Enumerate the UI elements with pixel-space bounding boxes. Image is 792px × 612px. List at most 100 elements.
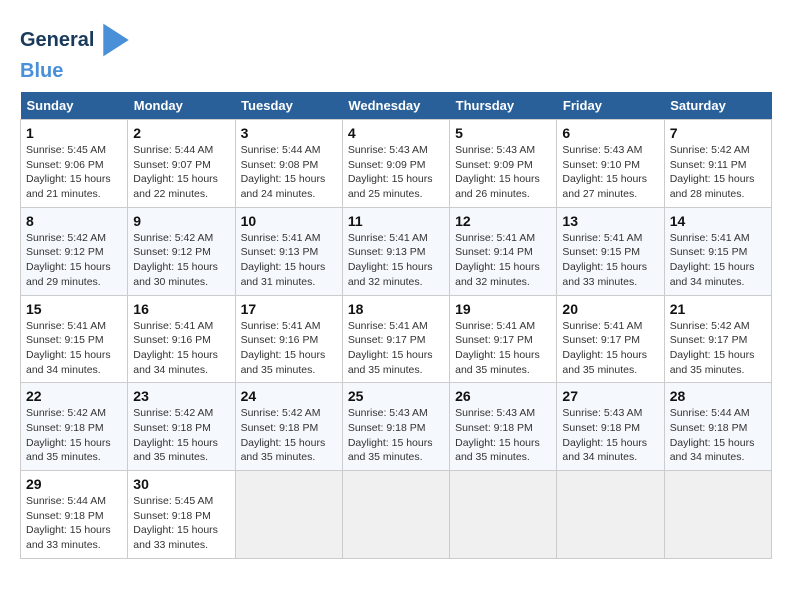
day-number: 3 [241,125,337,141]
day-info: Sunrise: 5:41 AM Sunset: 9:16 PM Dayligh… [241,319,337,378]
weekday-header: SundayMondayTuesdayWednesdayThursdayFrid… [21,92,772,120]
day-info: Sunrise: 5:43 AM Sunset: 9:18 PM Dayligh… [562,406,658,465]
empty-cell [235,471,342,559]
day-cell-18: 18 Sunrise: 5:41 AM Sunset: 9:17 PM Dayl… [342,295,449,383]
day-info: Sunrise: 5:41 AM Sunset: 9:17 PM Dayligh… [562,319,658,378]
day-info: Sunrise: 5:44 AM Sunset: 9:07 PM Dayligh… [133,143,229,202]
day-number: 26 [455,388,551,404]
day-info: Sunrise: 5:45 AM Sunset: 9:06 PM Dayligh… [26,143,122,202]
weekday-monday: Monday [128,92,235,120]
day-info: Sunrise: 5:43 AM Sunset: 9:09 PM Dayligh… [455,143,551,202]
day-info: Sunrise: 5:41 AM Sunset: 9:15 PM Dayligh… [26,319,122,378]
day-number: 18 [348,301,444,317]
weekday-wednesday: Wednesday [342,92,449,120]
day-number: 9 [133,213,229,229]
page-header: General Blue [20,20,772,82]
calendar-week-2: 8 Sunrise: 5:42 AM Sunset: 9:12 PM Dayli… [21,207,772,295]
day-info: Sunrise: 5:41 AM Sunset: 9:17 PM Dayligh… [348,319,444,378]
day-info: Sunrise: 5:41 AM Sunset: 9:15 PM Dayligh… [670,231,766,290]
day-cell-9: 9 Sunrise: 5:42 AM Sunset: 9:12 PM Dayli… [128,207,235,295]
day-info: Sunrise: 5:42 AM Sunset: 9:18 PM Dayligh… [133,406,229,465]
day-cell-11: 11 Sunrise: 5:41 AM Sunset: 9:13 PM Dayl… [342,207,449,295]
day-number: 27 [562,388,658,404]
day-info: Sunrise: 5:42 AM Sunset: 9:12 PM Dayligh… [133,231,229,290]
day-info: Sunrise: 5:43 AM Sunset: 9:09 PM Dayligh… [348,143,444,202]
day-cell-26: 26 Sunrise: 5:43 AM Sunset: 9:18 PM Dayl… [450,383,557,471]
day-number: 2 [133,125,229,141]
day-number: 7 [670,125,766,141]
day-cell-5: 5 Sunrise: 5:43 AM Sunset: 9:09 PM Dayli… [450,120,557,208]
day-number: 13 [562,213,658,229]
day-cell-19: 19 Sunrise: 5:41 AM Sunset: 9:17 PM Dayl… [450,295,557,383]
day-cell-16: 16 Sunrise: 5:41 AM Sunset: 9:16 PM Dayl… [128,295,235,383]
calendar-body: 1 Sunrise: 5:45 AM Sunset: 9:06 PM Dayli… [21,120,772,559]
day-cell-27: 27 Sunrise: 5:43 AM Sunset: 9:18 PM Dayl… [557,383,664,471]
day-number: 16 [133,301,229,317]
day-number: 6 [562,125,658,141]
day-cell-20: 20 Sunrise: 5:41 AM Sunset: 9:17 PM Dayl… [557,295,664,383]
weekday-thursday: Thursday [450,92,557,120]
day-number: 21 [670,301,766,317]
day-info: Sunrise: 5:41 AM Sunset: 9:13 PM Dayligh… [241,231,337,290]
day-cell-10: 10 Sunrise: 5:41 AM Sunset: 9:13 PM Dayl… [235,207,342,295]
logo: General Blue [20,20,136,82]
day-info: Sunrise: 5:41 AM Sunset: 9:14 PM Dayligh… [455,231,551,290]
day-cell-3: 3 Sunrise: 5:44 AM Sunset: 9:08 PM Dayli… [235,120,342,208]
day-info: Sunrise: 5:44 AM Sunset: 9:18 PM Dayligh… [670,406,766,465]
logo-icon: General Blue [20,20,136,82]
day-cell-12: 12 Sunrise: 5:41 AM Sunset: 9:14 PM Dayl… [450,207,557,295]
day-info: Sunrise: 5:43 AM Sunset: 9:10 PM Dayligh… [562,143,658,202]
empty-cell [557,471,664,559]
day-cell-25: 25 Sunrise: 5:43 AM Sunset: 9:18 PM Dayl… [342,383,449,471]
day-cell-1: 1 Sunrise: 5:45 AM Sunset: 9:06 PM Dayli… [21,120,128,208]
day-info: Sunrise: 5:45 AM Sunset: 9:18 PM Dayligh… [133,494,229,553]
weekday-tuesday: Tuesday [235,92,342,120]
day-info: Sunrise: 5:43 AM Sunset: 9:18 PM Dayligh… [455,406,551,465]
day-info: Sunrise: 5:42 AM Sunset: 9:11 PM Dayligh… [670,143,766,202]
day-info: Sunrise: 5:42 AM Sunset: 9:18 PM Dayligh… [241,406,337,465]
day-number: 10 [241,213,337,229]
day-number: 11 [348,213,444,229]
day-number: 24 [241,388,337,404]
day-cell-24: 24 Sunrise: 5:42 AM Sunset: 9:18 PM Dayl… [235,383,342,471]
day-cell-14: 14 Sunrise: 5:41 AM Sunset: 9:15 PM Dayl… [664,207,771,295]
calendar-week-1: 1 Sunrise: 5:45 AM Sunset: 9:06 PM Dayli… [21,120,772,208]
day-number: 28 [670,388,766,404]
day-cell-13: 13 Sunrise: 5:41 AM Sunset: 9:15 PM Dayl… [557,207,664,295]
day-info: Sunrise: 5:44 AM Sunset: 9:08 PM Dayligh… [241,143,337,202]
day-number: 23 [133,388,229,404]
weekday-friday: Friday [557,92,664,120]
day-info: Sunrise: 5:42 AM Sunset: 9:17 PM Dayligh… [670,319,766,378]
day-info: Sunrise: 5:42 AM Sunset: 9:18 PM Dayligh… [26,406,122,465]
day-number: 30 [133,476,229,492]
calendar-week-5: 29 Sunrise: 5:44 AM Sunset: 9:18 PM Dayl… [21,471,772,559]
day-cell-29: 29 Sunrise: 5:44 AM Sunset: 9:18 PM Dayl… [21,471,128,559]
day-cell-4: 4 Sunrise: 5:43 AM Sunset: 9:09 PM Dayli… [342,120,449,208]
day-number: 4 [348,125,444,141]
day-cell-6: 6 Sunrise: 5:43 AM Sunset: 9:10 PM Dayli… [557,120,664,208]
day-cell-15: 15 Sunrise: 5:41 AM Sunset: 9:15 PM Dayl… [21,295,128,383]
empty-cell [664,471,771,559]
day-info: Sunrise: 5:41 AM Sunset: 9:16 PM Dayligh… [133,319,229,378]
empty-cell [450,471,557,559]
day-info: Sunrise: 5:43 AM Sunset: 9:18 PM Dayligh… [348,406,444,465]
day-number: 5 [455,125,551,141]
day-cell-22: 22 Sunrise: 5:42 AM Sunset: 9:18 PM Dayl… [21,383,128,471]
day-number: 1 [26,125,122,141]
day-cell-2: 2 Sunrise: 5:44 AM Sunset: 9:07 PM Dayli… [128,120,235,208]
calendar-week-3: 15 Sunrise: 5:41 AM Sunset: 9:15 PM Dayl… [21,295,772,383]
calendar-table: SundayMondayTuesdayWednesdayThursdayFrid… [20,92,772,559]
day-number: 29 [26,476,122,492]
day-info: Sunrise: 5:41 AM Sunset: 9:17 PM Dayligh… [455,319,551,378]
day-cell-21: 21 Sunrise: 5:42 AM Sunset: 9:17 PM Dayl… [664,295,771,383]
day-info: Sunrise: 5:42 AM Sunset: 9:12 PM Dayligh… [26,231,122,290]
day-number: 22 [26,388,122,404]
day-number: 12 [455,213,551,229]
day-cell-30: 30 Sunrise: 5:45 AM Sunset: 9:18 PM Dayl… [128,471,235,559]
day-info: Sunrise: 5:44 AM Sunset: 9:18 PM Dayligh… [26,494,122,553]
day-number: 8 [26,213,122,229]
day-info: Sunrise: 5:41 AM Sunset: 9:13 PM Dayligh… [348,231,444,290]
day-number: 14 [670,213,766,229]
day-number: 25 [348,388,444,404]
day-number: 17 [241,301,337,317]
